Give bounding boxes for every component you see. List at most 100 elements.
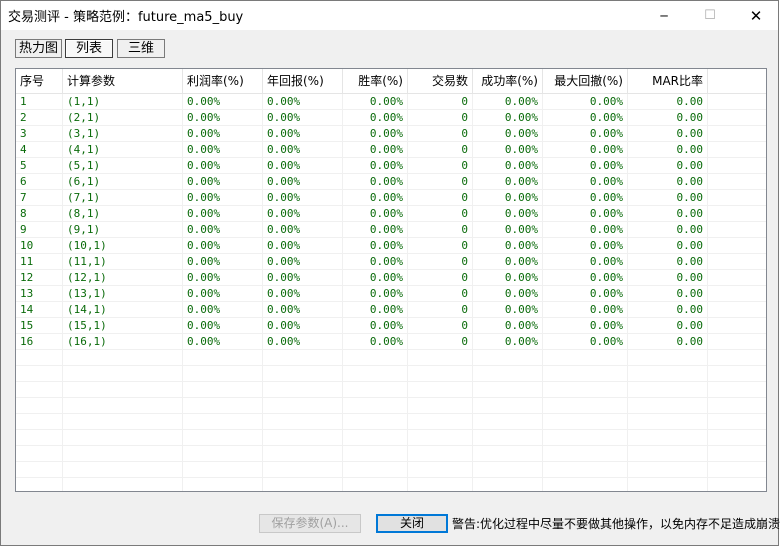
cell-col-profit-rate: 0.00% <box>183 206 263 222</box>
header-col-win-rate[interactable]: 胜率(%) <box>343 69 408 93</box>
empty-cell <box>628 398 708 414</box>
cell-col-profit-rate: 0.00% <box>183 318 263 334</box>
empty-cell <box>63 478 183 491</box>
table-row[interactable]: 9 (9,1) 0.00% 0.00% 0.00% 0 0.00% 0.00% 0.00 <box>16 222 766 238</box>
empty-row <box>16 414 766 430</box>
empty-cell <box>16 366 63 382</box>
cell-col-max-drawdown: 0.00% <box>543 334 628 350</box>
tab-heatmap[interactable]: 热力图 <box>15 39 62 58</box>
tab-3d[interactable]: 三维 <box>117 39 165 58</box>
cell-col-mar-ratio: 0.00 <box>628 174 708 190</box>
cell-col-success-rate: 0.00% <box>473 238 543 254</box>
cell-col-win-rate: 0.00% <box>343 286 408 302</box>
table-row[interactable]: 3 (3,1) 0.00% 0.00% 0.00% 0 0.00% 0.00% 0.00 <box>16 126 766 142</box>
empty-cell <box>16 462 63 478</box>
header-col-success-rate[interactable]: 成功率(%) <box>473 69 543 93</box>
empty-cell <box>343 478 408 491</box>
close-button[interactable]: 关闭 <box>376 514 448 533</box>
empty-cell <box>628 478 708 491</box>
empty-cell <box>263 366 343 382</box>
empty-cell <box>16 350 63 366</box>
cell-col-annual-return: 0.00% <box>263 238 343 254</box>
cell-col-max-drawdown: 0.00% <box>543 318 628 334</box>
cell-col-annual-return: 0.00% <box>263 190 343 206</box>
cell-col-max-drawdown: 0.00% <box>543 254 628 270</box>
empty-cell <box>16 398 63 414</box>
cell-col-index: 8 <box>16 206 63 222</box>
table-row[interactable]: 11 (11,1) 0.00% 0.00% 0.00% 0 0.00% 0.00% 0.00 <box>16 254 766 270</box>
results-table[interactable]: 序号 计算参数 利润率(%) 年回报(%) 胜率(%) 交易数 成功率(%) 最大回撤(%) M… <box>15 68 767 492</box>
empty-cell <box>543 366 628 382</box>
header-col-annual-return[interactable]: 年回报(%) <box>263 69 343 93</box>
header-col-trade-count[interactable]: 交易数 <box>408 69 473 93</box>
cell-col-params: (1,1) <box>63 94 183 110</box>
empty-cell <box>343 398 408 414</box>
table-row[interactable]: 4 (4,1) 0.00% 0.00% 0.00% 0 0.00% 0.00% 0.00 <box>16 142 766 158</box>
close-window-button[interactable]: ✕ <box>733 1 779 30</box>
table-row[interactable]: 6 (6,1) 0.00% 0.00% 0.00% 0 0.00% 0.00% 0.00 <box>16 174 766 190</box>
cell-col-mar-ratio: 0.00 <box>628 206 708 222</box>
cell-col-annual-return: 0.00% <box>263 174 343 190</box>
cell-col-index: 15 <box>16 318 63 334</box>
minimize-icon: ─ <box>660 8 668 23</box>
empty-cell <box>408 350 473 366</box>
empty-cell <box>343 414 408 430</box>
header-col-index[interactable]: 序号 <box>16 69 63 93</box>
cell-col-params: (6,1) <box>63 174 183 190</box>
empty-cell <box>543 398 628 414</box>
cell-col-annual-return: 0.00% <box>263 110 343 126</box>
title-bar[interactable]: 交易测评 - 策略范例：future_ma5_buy ─ ☐ ✕ <box>1 1 778 30</box>
empty-row <box>16 430 766 446</box>
empty-cell <box>543 478 628 491</box>
maximize-icon: ☐ <box>704 8 716 23</box>
cell-col-trade-count: 0 <box>408 142 473 158</box>
cell-col-trade-count: 0 <box>408 158 473 174</box>
cell-col-params: (4,1) <box>63 142 183 158</box>
cell-col-params: (11,1) <box>63 254 183 270</box>
cell-col-trade-count: 0 <box>408 110 473 126</box>
cell-col-trade-count: 0 <box>408 334 473 350</box>
maximize-button[interactable]: ☐ <box>687 1 733 30</box>
cell-col-max-drawdown: 0.00% <box>543 142 628 158</box>
cell-col-win-rate: 0.00% <box>343 318 408 334</box>
minimize-button[interactable]: ─ <box>641 1 687 30</box>
save-params-button[interactable]: 保存参数(A)... <box>259 514 361 533</box>
table-row[interactable]: 13 (13,1) 0.00% 0.00% 0.00% 0 0.00% 0.00% 0.00 <box>16 286 766 302</box>
cell-col-success-rate: 0.00% <box>473 126 543 142</box>
header-col-params[interactable]: 计算参数 <box>63 69 183 93</box>
table-row[interactable]: 14 (14,1) 0.00% 0.00% 0.00% 0 0.00% 0.00% 0.00 <box>16 302 766 318</box>
empty-cell <box>628 382 708 398</box>
empty-cell <box>628 366 708 382</box>
cell-col-index: 2 <box>16 110 63 126</box>
cell-col-annual-return: 0.00% <box>263 270 343 286</box>
cell-col-max-drawdown: 0.00% <box>543 158 628 174</box>
table-row[interactable]: 16 (16,1) 0.00% 0.00% 0.00% 0 0.00% 0.00% 0.00 <box>16 334 766 350</box>
table-row[interactable]: 8 (8,1) 0.00% 0.00% 0.00% 0 0.00% 0.00% 0.00 <box>16 206 766 222</box>
tab-list[interactable]: 列表 <box>65 39 113 58</box>
table-row[interactable]: 5 (5,1) 0.00% 0.00% 0.00% 0 0.00% 0.00% 0.00 <box>16 158 766 174</box>
cell-col-profit-rate: 0.00% <box>183 334 263 350</box>
cell-col-annual-return: 0.00% <box>263 302 343 318</box>
table-row[interactable]: 15 (15,1) 0.00% 0.00% 0.00% 0 0.00% 0.00% 0.00 <box>16 318 766 334</box>
table-row[interactable]: 10 (10,1) 0.00% 0.00% 0.00% 0 0.00% 0.00% 0.00 <box>16 238 766 254</box>
header-col-max-drawdown[interactable]: 最大回撤(%) <box>543 69 628 93</box>
empty-cell <box>408 382 473 398</box>
empty-cell <box>543 446 628 462</box>
cell-col-max-drawdown: 0.00% <box>543 190 628 206</box>
window-title: 交易测评 - 策略范例：future_ma5_buy <box>8 10 244 25</box>
cell-col-annual-return: 0.00% <box>263 158 343 174</box>
header-col-profit-rate[interactable]: 利润率(%) <box>183 69 263 93</box>
header-col-mar-ratio[interactable]: MAR比率 <box>628 69 708 93</box>
table-row[interactable]: 7 (7,1) 0.00% 0.00% 0.00% 0 0.00% 0.00% 0.00 <box>16 190 766 206</box>
empty-cell <box>408 398 473 414</box>
empty-cell <box>263 478 343 491</box>
table-row[interactable]: 12 (12,1) 0.00% 0.00% 0.00% 0 0.00% 0.00% 0.00 <box>16 270 766 286</box>
table-row[interactable]: 2 (2,1) 0.00% 0.00% 0.00% 0 0.00% 0.00% 0.00 <box>16 110 766 126</box>
cell-col-win-rate: 0.00% <box>343 206 408 222</box>
cell-col-trade-count: 0 <box>408 190 473 206</box>
footer-bar: 保存参数(A)... 关闭 警告:优化过程中尽量不要做其他操作，以免内存不足造成… <box>1 506 780 536</box>
cell-col-success-rate: 0.00% <box>473 190 543 206</box>
cell-col-annual-return: 0.00% <box>263 222 343 238</box>
cell-col-trade-count: 0 <box>408 254 473 270</box>
table-row[interactable]: 1 (1,1) 0.00% 0.00% 0.00% 0 0.00% 0.00% 0.00 <box>16 94 766 110</box>
